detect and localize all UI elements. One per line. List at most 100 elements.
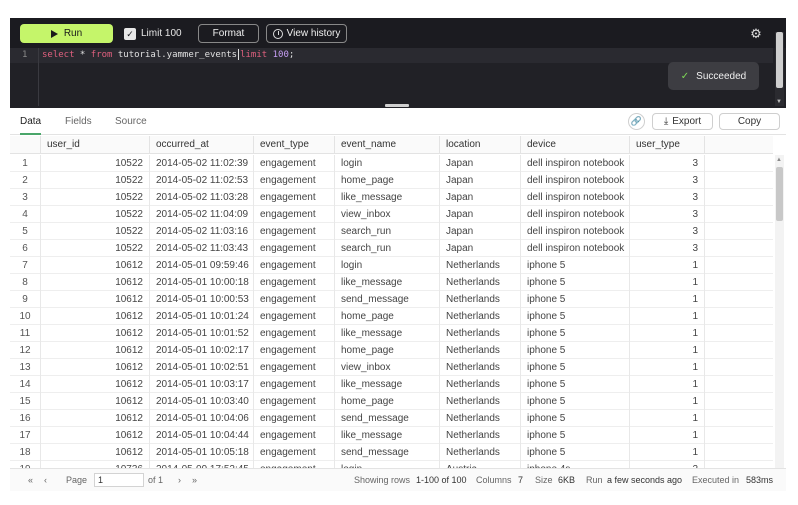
table-scrollbar[interactable]: ▲ [775, 155, 784, 468]
cell-user-id[interactable]: 10612 [40, 359, 149, 376]
cell-event-name[interactable]: login [334, 461, 439, 468]
cell-event-name[interactable]: send_message [334, 291, 439, 308]
cell-event-type[interactable]: engagement [253, 461, 334, 468]
cell-event-name[interactable]: view_inbox [334, 206, 439, 223]
table-scrollbar-thumb[interactable] [776, 167, 783, 221]
cell-user-id[interactable]: 10522 [40, 172, 149, 189]
cell-location[interactable]: Japan [439, 155, 520, 172]
cell-occurred-at[interactable]: 2014-05-02 11:02:39 [149, 155, 253, 172]
cell-device[interactable]: iphone 5 [520, 410, 629, 427]
cell-event-type[interactable]: engagement [253, 376, 334, 393]
table-row[interactable]: 6 10522 2014-05-02 11:03:43 engagement searc… [10, 240, 773, 257]
table-row[interactable]: 1 10522 2014-05-02 11:02:39 engagement login… [10, 155, 773, 172]
cell-event-name[interactable]: send_message [334, 444, 439, 461]
row-number[interactable]: 8 [10, 274, 40, 291]
cell-event-type[interactable]: engagement [253, 291, 334, 308]
row-number[interactable]: 11 [10, 325, 40, 342]
cell-device[interactable]: iphone 5 [520, 342, 629, 359]
cell-user-type[interactable]: 3 [629, 172, 705, 189]
cell-location[interactable]: Japan [439, 189, 520, 206]
table-row[interactable]: 2 10522 2014-05-02 11:02:53 engagement home_… [10, 172, 773, 189]
cell-event-type[interactable]: engagement [253, 155, 334, 172]
limit-checkbox[interactable]: ✓ [124, 27, 136, 40]
cell-event-type[interactable]: engagement [253, 359, 334, 376]
row-number[interactable]: 2 [10, 172, 40, 189]
cell-device[interactable]: dell inspiron notebook [520, 240, 629, 257]
cell-location[interactable]: Netherlands [439, 427, 520, 444]
cell-event-name[interactable]: home_page [334, 172, 439, 189]
cell-user-id[interactable]: 10612 [40, 325, 149, 342]
cell-event-name[interactable]: like_message [334, 376, 439, 393]
cell-user-type[interactable]: 3 [629, 223, 705, 240]
cell-location[interactable]: Japan [439, 172, 520, 189]
cell-user-type[interactable]: 2 [629, 461, 705, 468]
cell-event-type[interactable]: engagement [253, 342, 334, 359]
cell-event-type[interactable]: engagement [253, 257, 334, 274]
cell-user-id[interactable]: 10612 [40, 427, 149, 444]
cell-location[interactable]: Netherlands [439, 325, 520, 342]
cell-event-name[interactable]: home_page [334, 393, 439, 410]
cell-device[interactable]: dell inspiron notebook [520, 172, 629, 189]
view-history-button[interactable]: View history [266, 24, 347, 43]
row-number[interactable]: 9 [10, 291, 40, 308]
copy-button[interactable]: Copy [719, 113, 780, 130]
cell-location[interactable]: Netherlands [439, 393, 520, 410]
cell-device[interactable]: iphone 5 [520, 308, 629, 325]
cell-occurred-at[interactable]: 2014-05-09 17:52:45 [149, 461, 253, 468]
cell-event-name[interactable]: like_message [334, 325, 439, 342]
last-page-icon[interactable]: » [192, 469, 197, 492]
cell-user-type[interactable]: 1 [629, 359, 705, 376]
cell-occurred-at[interactable]: 2014-05-01 10:02:17 [149, 342, 253, 359]
tab-source[interactable]: Source [115, 108, 147, 135]
cell-user-id[interactable]: 10522 [40, 155, 149, 172]
cell-occurred-at[interactable]: 2014-05-01 09:59:46 [149, 257, 253, 274]
row-number[interactable]: 1 [10, 155, 40, 172]
column-header-occurred-at[interactable]: occurred_at [149, 136, 253, 154]
row-number[interactable]: 3 [10, 189, 40, 206]
cell-user-id[interactable]: 10612 [40, 393, 149, 410]
cell-event-type[interactable]: engagement [253, 206, 334, 223]
row-number[interactable]: 6 [10, 240, 40, 257]
cell-location[interactable]: Japan [439, 223, 520, 240]
cell-event-type[interactable]: engagement [253, 410, 334, 427]
cell-occurred-at[interactable]: 2014-05-01 10:01:52 [149, 325, 253, 342]
cell-device[interactable]: iphone 5 [520, 291, 629, 308]
cell-event-name[interactable]: login [334, 257, 439, 274]
table-row[interactable]: 13 10612 2014-05-01 10:02:51 engagement view… [10, 359, 773, 376]
cell-location[interactable]: Austria [439, 461, 520, 468]
cell-user-type[interactable]: 1 [629, 257, 705, 274]
cell-user-type[interactable]: 3 [629, 155, 705, 172]
cell-event-name[interactable]: search_run [334, 223, 439, 240]
row-number[interactable]: 4 [10, 206, 40, 223]
cell-user-type[interactable]: 1 [629, 325, 705, 342]
table-row[interactable]: 3 10522 2014-05-02 11:03:28 engagement like_… [10, 189, 773, 206]
cell-device[interactable]: iphone 5 [520, 393, 629, 410]
cell-occurred-at[interactable]: 2014-05-01 10:05:18 [149, 444, 253, 461]
cell-event-type[interactable]: engagement [253, 274, 334, 291]
cell-location[interactable]: Netherlands [439, 257, 520, 274]
table-row[interactable]: 11 10612 2014-05-01 10:01:52 engagement like… [10, 325, 773, 342]
cell-occurred-at[interactable]: 2014-05-01 10:01:24 [149, 308, 253, 325]
cell-user-type[interactable]: 3 [629, 206, 705, 223]
cell-occurred-at[interactable]: 2014-05-02 11:04:09 [149, 206, 253, 223]
cell-occurred-at[interactable]: 2014-05-02 11:03:16 [149, 223, 253, 240]
cell-location[interactable]: Netherlands [439, 342, 520, 359]
limit-toggle[interactable]: ✓ Limit 100 [124, 26, 182, 41]
cell-device[interactable]: dell inspiron notebook [520, 155, 629, 172]
cell-location[interactable]: Netherlands [439, 274, 520, 291]
table-row[interactable]: 5 10522 2014-05-02 11:03:16 engagement searc… [10, 223, 773, 240]
cell-user-type[interactable]: 1 [629, 444, 705, 461]
gear-icon[interactable]: ⚙ [749, 27, 763, 41]
cell-event-name[interactable]: like_message [334, 274, 439, 291]
cell-event-name[interactable]: like_message [334, 427, 439, 444]
table-row[interactable]: 18 10612 2014-05-01 10:05:18 engagement send… [10, 444, 773, 461]
row-number[interactable]: 18 [10, 444, 40, 461]
cell-user-id[interactable]: 10612 [40, 444, 149, 461]
table-row[interactable]: 4 10522 2014-05-02 11:04:09 engagement view_… [10, 206, 773, 223]
cell-device[interactable]: iphone 5 [520, 376, 629, 393]
next-page-icon[interactable]: › [178, 469, 181, 492]
cell-device[interactable]: iphone 5 [520, 444, 629, 461]
column-header-event-name[interactable]: event_name [334, 136, 439, 154]
cell-user-id[interactable]: 10612 [40, 257, 149, 274]
column-header-user-type[interactable]: user_type [629, 136, 705, 154]
